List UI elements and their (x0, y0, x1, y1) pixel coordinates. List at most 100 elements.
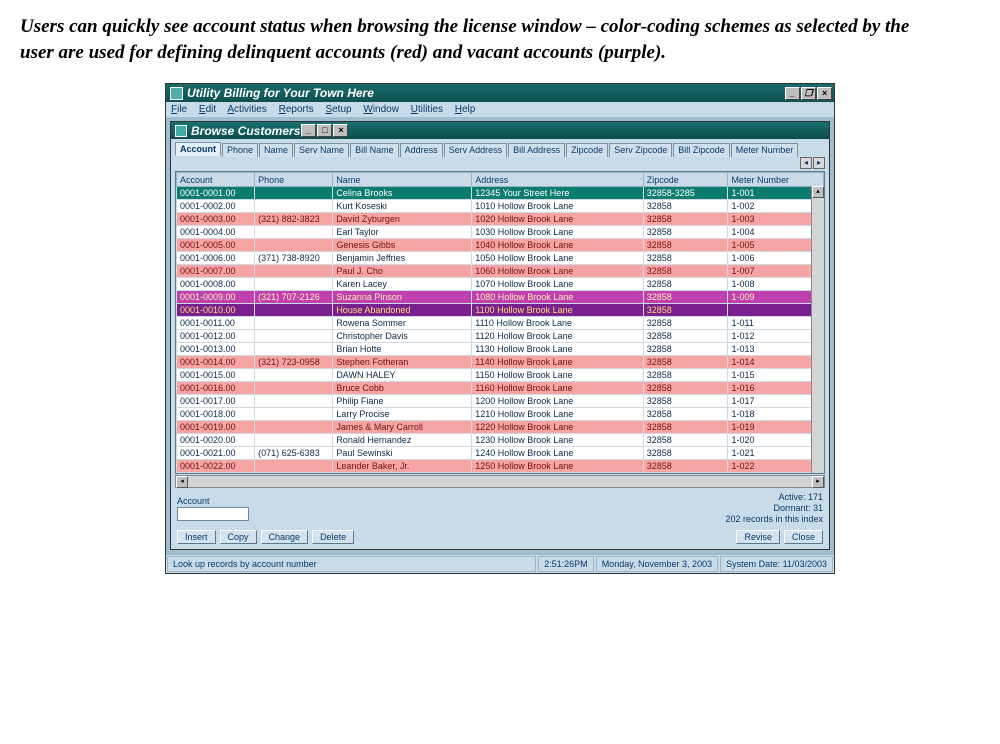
cell-meter (728, 304, 824, 317)
table-row[interactable]: 0001-0010.00House Abandoned1100 Hollow B… (177, 304, 824, 317)
restore-button[interactable]: ❐ (801, 87, 816, 100)
table-row[interactable]: 0001-0012.00Christopher Davis1120 Hollow… (177, 330, 824, 343)
cell-account: 0001-0017.00 (177, 395, 255, 408)
table-row[interactable]: 0001-0021.00(071) 625-6383Paul Sewinski1… (177, 447, 824, 460)
copy-button[interactable]: Copy (220, 530, 257, 544)
cell-meter: 1-005 (728, 239, 824, 252)
change-button[interactable]: Change (261, 530, 309, 544)
menu-help[interactable]: Help (455, 104, 476, 115)
tab-name[interactable]: Name (259, 143, 293, 157)
tab-serv-zipcode[interactable]: Serv Zipcode (609, 143, 672, 157)
table-row[interactable]: 0001-0006.00(371) 738-8920Benjamin Jeffr… (177, 252, 824, 265)
table-row[interactable]: 0001-0005.00Genesis Gibbs1040 Hollow Bro… (177, 239, 824, 252)
menu-reports[interactable]: Reports (279, 104, 314, 115)
cell-meter: 1-013 (728, 343, 824, 356)
cell-phone (255, 369, 333, 382)
minimize-button[interactable]: _ (785, 87, 800, 100)
cell-meter: 1-021 (728, 447, 824, 460)
child-titlebar[interactable]: Browse Customers _ □ × (171, 122, 829, 139)
table-row[interactable]: 0001-0002.00Kurt Koseski1010 Hollow Broo… (177, 200, 824, 213)
table-row[interactable]: 0001-0007.00Paul J. Cho1060 Hollow Brook… (177, 265, 824, 278)
child-maximize-button[interactable]: □ (317, 124, 332, 137)
data-grid[interactable]: AccountPhoneNameAddressZipcodeMeter Numb… (175, 171, 825, 474)
close-form-button[interactable]: Close (784, 530, 823, 544)
cell-phone: (321) 882-3823 (255, 213, 333, 226)
menu-edit[interactable]: Edit (199, 104, 216, 115)
record-count: 202 records in this index (725, 514, 823, 525)
child-close-button[interactable]: × (333, 124, 348, 137)
table-row[interactable]: 0001-0014.00(321) 723-0958Stephen Fother… (177, 356, 824, 369)
table-row[interactable]: 0001-0001.00Celina Brooks12345 Your Stre… (177, 187, 824, 200)
cell-address: 1030 Hollow Brook Lane (472, 226, 644, 239)
tab-meter-number[interactable]: Meter Number (731, 143, 799, 157)
table-row[interactable]: 0001-0019.00James & Mary Carroll1220 Hol… (177, 421, 824, 434)
table-row[interactable]: 0001-0008.00Karen Lacey1070 Hollow Brook… (177, 278, 824, 291)
table-row[interactable]: 0001-0020.00Ronald Hernandez1230 Hollow … (177, 434, 824, 447)
tab-bill-zipcode[interactable]: Bill Zipcode (673, 143, 730, 157)
cell-meter: 1-015 (728, 369, 824, 382)
cell-address: 1070 Hollow Brook Lane (472, 278, 644, 291)
table-row[interactable]: 0001-0009.00(321) 707-2126Suzanna Pinson… (177, 291, 824, 304)
vertical-scrollbar[interactable]: ▴ (811, 186, 824, 473)
menu-activities[interactable]: Activities (227, 104, 266, 115)
table-row[interactable]: 0001-0016.00Bruce Cobb1160 Hollow Brook … (177, 382, 824, 395)
status-date: Monday, November 3, 2003 (596, 556, 718, 572)
revise-button[interactable]: Revise (736, 530, 780, 544)
menu-window[interactable]: Window (363, 104, 399, 115)
cell-address: 1200 Hollow Brook Lane (472, 395, 644, 408)
cell-phone: (321) 707-2126 (255, 291, 333, 304)
account-search-input[interactable] (177, 507, 249, 521)
tab-scroll-left[interactable]: ◂ (800, 157, 812, 169)
titlebar[interactable]: Utility Billing for Your Town Here _ ❐ × (166, 84, 834, 102)
scroll-up-icon[interactable]: ▴ (812, 186, 824, 198)
table-row[interactable]: 0001-0017.00 Philip Fiane1200 Hollow Broo… (177, 395, 824, 408)
child-minimize-button[interactable]: _ (301, 124, 316, 137)
table-row[interactable]: 0001-0004.00Earl Taylor1030 Hollow Brook… (177, 226, 824, 239)
tab-serv-name[interactable]: Serv Name (294, 143, 349, 157)
cell-address: 1130 Hollow Brook Lane (472, 343, 644, 356)
column-header[interactable]: Account (177, 173, 255, 187)
close-button[interactable]: × (817, 87, 832, 100)
cell-meter: 1-008 (728, 278, 824, 291)
table-row[interactable]: 0001-0022.00Leander Baker, Jr.1250 Hollo… (177, 460, 824, 473)
column-header[interactable]: Meter Number (728, 173, 824, 187)
table-row[interactable]: 0001-0013.00Brian Hotte1130 Hollow Brook… (177, 343, 824, 356)
scroll-left-icon[interactable]: ◂ (176, 476, 188, 488)
table-row[interactable]: 0001-0015.00DAWN HALEY1150 Hollow Brook … (177, 369, 824, 382)
menu-setup[interactable]: Setup (325, 104, 351, 115)
cell-address: 1100 Hollow Brook Lane (472, 304, 644, 317)
table-row[interactable]: 0001-0011.00Rowena Sommer1110 Hollow Bro… (177, 317, 824, 330)
cell-zip: 32858 (643, 330, 728, 343)
delete-button[interactable]: Delete (312, 530, 354, 544)
tab-account[interactable]: Account (175, 142, 221, 156)
cell-meter: 1-022 (728, 460, 824, 473)
cell-meter: 1-019 (728, 421, 824, 434)
cell-phone (255, 408, 333, 421)
scroll-right-icon[interactable]: ▸ (812, 476, 824, 488)
cell-meter: 1-020 (728, 434, 824, 447)
tab-phone[interactable]: Phone (222, 143, 258, 157)
cell-name: Philip Fiane (333, 395, 472, 408)
table-row[interactable]: 0001-0018.00Larry Procise1210 Hollow Bro… (177, 408, 824, 421)
cell-meter: 1-001 (728, 187, 824, 200)
column-header[interactable]: Phone (255, 173, 333, 187)
tab-address[interactable]: Address (400, 143, 443, 157)
tab-serv-address[interactable]: Serv Address (444, 143, 508, 157)
tab-bill-name[interactable]: Bill Name (350, 143, 399, 157)
tab-bill-address[interactable]: Bill Address (508, 143, 565, 157)
tab-zipcode[interactable]: Zipcode (566, 143, 608, 157)
table-row[interactable]: 0001-0003.00(321) 882-3823David Zyburgen… (177, 213, 824, 226)
column-header[interactable]: Zipcode (643, 173, 728, 187)
tab-scroll-right[interactable]: ▸ (813, 157, 825, 169)
column-header[interactable]: Name (333, 173, 472, 187)
column-header[interactable]: Address (472, 173, 644, 187)
menu-file[interactable]: File (171, 104, 187, 115)
app-window: Utility Billing for Your Town Here _ ❐ ×… (165, 83, 835, 573)
horizontal-scrollbar[interactable]: ◂ ▸ (175, 475, 825, 488)
cell-meter: 1-018 (728, 408, 824, 421)
app-title: Utility Billing for Your Town Here (187, 86, 374, 100)
cell-name: Bruce Cobb (333, 382, 472, 395)
insert-button[interactable]: Insert (177, 530, 216, 544)
cell-name: Paul J. Cho (333, 265, 472, 278)
menu-utilities[interactable]: Utilities (411, 104, 443, 115)
